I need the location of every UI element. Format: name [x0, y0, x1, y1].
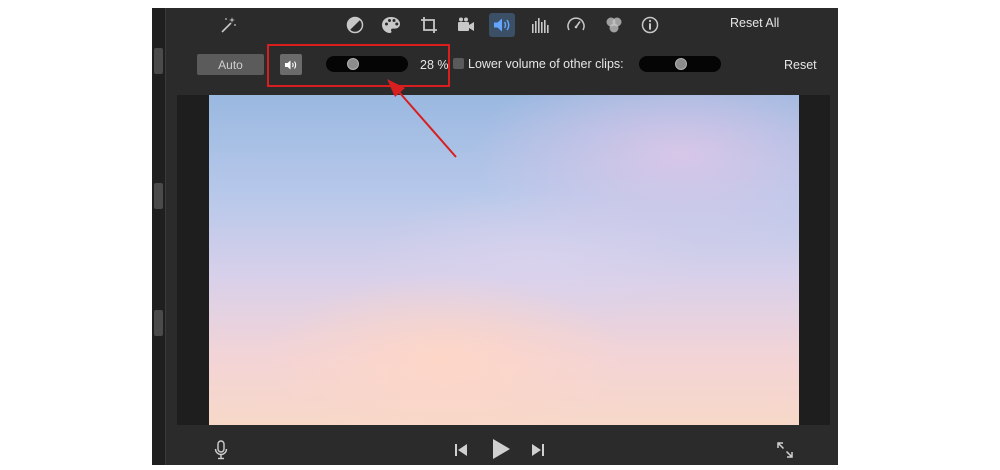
play-icon[interactable]: [490, 438, 512, 460]
info-icon[interactable]: [637, 13, 663, 37]
camera-icon[interactable]: [453, 13, 479, 37]
skip-forward-icon[interactable]: [530, 442, 546, 458]
annotation-highlight-box: [267, 44, 450, 87]
auto-button[interactable]: Auto: [197, 54, 264, 75]
palette-icon[interactable]: [378, 13, 404, 37]
skip-back-icon[interactable]: [453, 442, 469, 458]
volume-icon[interactable]: [489, 13, 515, 37]
lower-volume-slider-thumb[interactable]: [675, 58, 687, 70]
crop-icon[interactable]: [416, 13, 442, 37]
adjustment-toolbar: Reset All: [166, 8, 838, 42]
lower-volume-label: Lower volume of other clips:: [468, 57, 624, 71]
fullscreen-icon[interactable]: [776, 441, 794, 459]
lower-volume-slider[interactable]: [639, 56, 721, 72]
color-balance-icon[interactable]: [342, 13, 368, 37]
playback-bar: [166, 438, 838, 465]
reset-button[interactable]: Reset: [784, 58, 817, 72]
lower-volume-checkbox[interactable]: [453, 58, 464, 69]
strip-marker: [154, 48, 163, 74]
magic-wand-icon[interactable]: [215, 13, 241, 37]
microphone-icon[interactable]: [214, 440, 228, 460]
left-panel-strip: [152, 8, 166, 465]
equalizer-icon[interactable]: [527, 13, 553, 37]
overlay-icon[interactable]: [601, 13, 627, 37]
video-preview-sky: [209, 95, 799, 425]
strip-marker: [154, 310, 163, 336]
strip-marker: [154, 183, 163, 209]
screenshot-stage: Reset All Auto 28 % Lower volume of othe…: [0, 0, 1000, 470]
reset-all-button[interactable]: Reset All: [730, 16, 779, 30]
speed-icon[interactable]: [563, 13, 589, 37]
video-viewer: [177, 95, 830, 425]
